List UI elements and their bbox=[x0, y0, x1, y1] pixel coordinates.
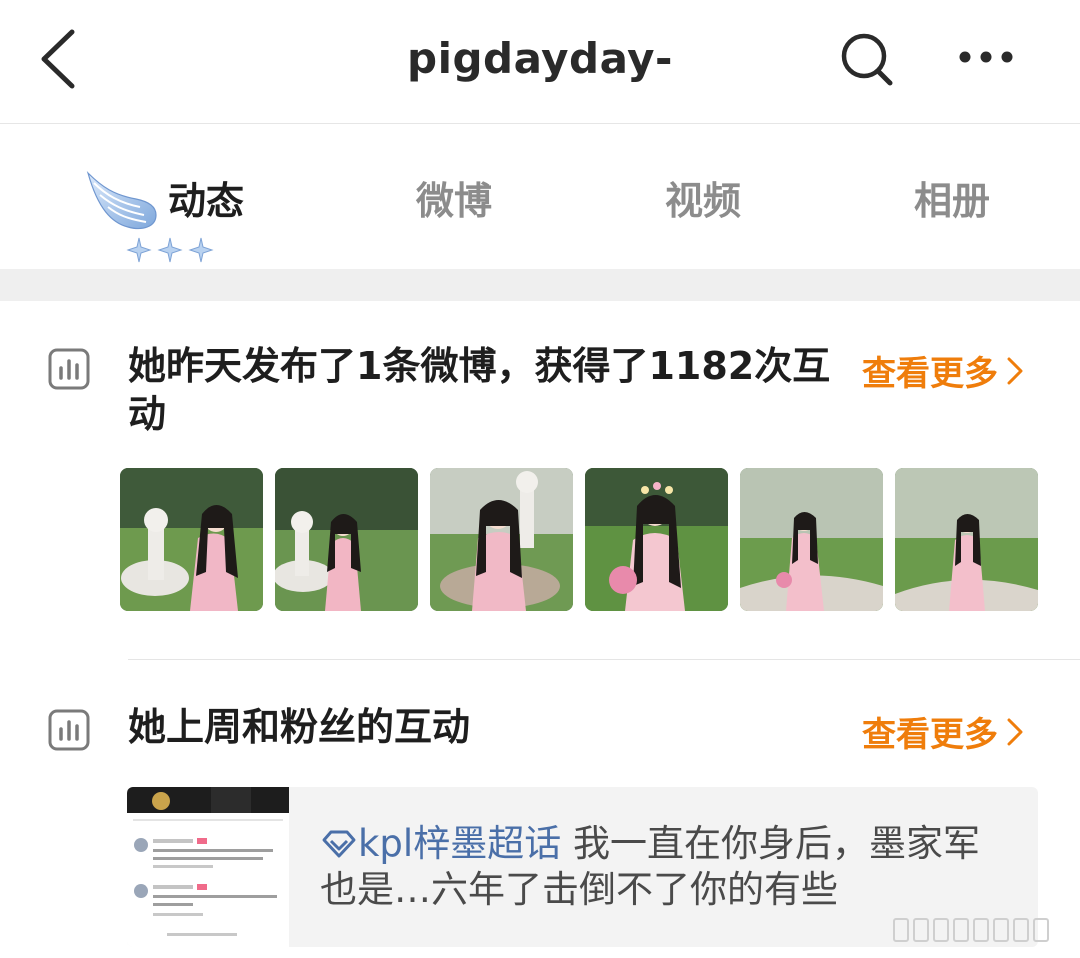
section-divider bbox=[128, 659, 1080, 660]
section-gap bbox=[0, 269, 1080, 301]
see-more-label: 查看更多 bbox=[862, 715, 998, 755]
page-title: pigdayday- bbox=[407, 34, 673, 83]
scroll-indicator bbox=[893, 918, 1049, 942]
section-title-activity: 她昨天发布了1条微博，获得了1182次互动 bbox=[128, 344, 831, 436]
bar-chart-icon bbox=[48, 709, 90, 751]
photo-thumbnail[interactable] bbox=[430, 468, 573, 611]
see-more-link[interactable]: 查看更多 bbox=[862, 346, 1026, 395]
chevron-right-icon bbox=[1007, 718, 1023, 745]
post-screenshot-thumbnail bbox=[127, 787, 289, 947]
top-bar: pigdayday- bbox=[0, 0, 1080, 124]
sparkle-decoration-icon bbox=[126, 237, 214, 263]
card-text: kpl梓墨超话 我一直在你身后，墨家军也是…六年了击倒不了你的有些 bbox=[320, 821, 1010, 915]
search-icon[interactable] bbox=[838, 30, 896, 88]
tab-album[interactable]: 相册 bbox=[914, 170, 990, 225]
photo-thumbnail[interactable] bbox=[740, 468, 883, 611]
photo-thumbnail[interactable] bbox=[895, 468, 1038, 611]
tab-dynamic[interactable]: 动态 bbox=[168, 170, 244, 225]
section-title-fan-interaction: 她上周和粉丝的互动 bbox=[128, 705, 471, 749]
photo-thumbnail[interactable] bbox=[585, 468, 728, 611]
more-dots-icon[interactable] bbox=[955, 44, 1017, 70]
tab-bar: 动态 微博 视频 相册 bbox=[0, 125, 1080, 269]
tab-video[interactable]: 视频 bbox=[665, 170, 741, 225]
tab-weibo[interactable]: 微博 bbox=[416, 170, 492, 225]
photo-strip bbox=[120, 468, 1040, 611]
photo-thumbnail[interactable] bbox=[120, 468, 263, 611]
bar-chart-icon bbox=[48, 348, 90, 390]
see-more-link[interactable]: 查看更多 bbox=[862, 707, 1026, 756]
super-topic-link[interactable]: kpl梓墨超话 bbox=[358, 822, 561, 865]
super-topic-icon bbox=[322, 830, 356, 858]
see-more-label: 查看更多 bbox=[862, 354, 998, 394]
chevron-right-icon bbox=[1007, 357, 1023, 384]
wing-decoration-icon bbox=[86, 170, 157, 230]
photo-thumbnail[interactable] bbox=[275, 468, 418, 611]
